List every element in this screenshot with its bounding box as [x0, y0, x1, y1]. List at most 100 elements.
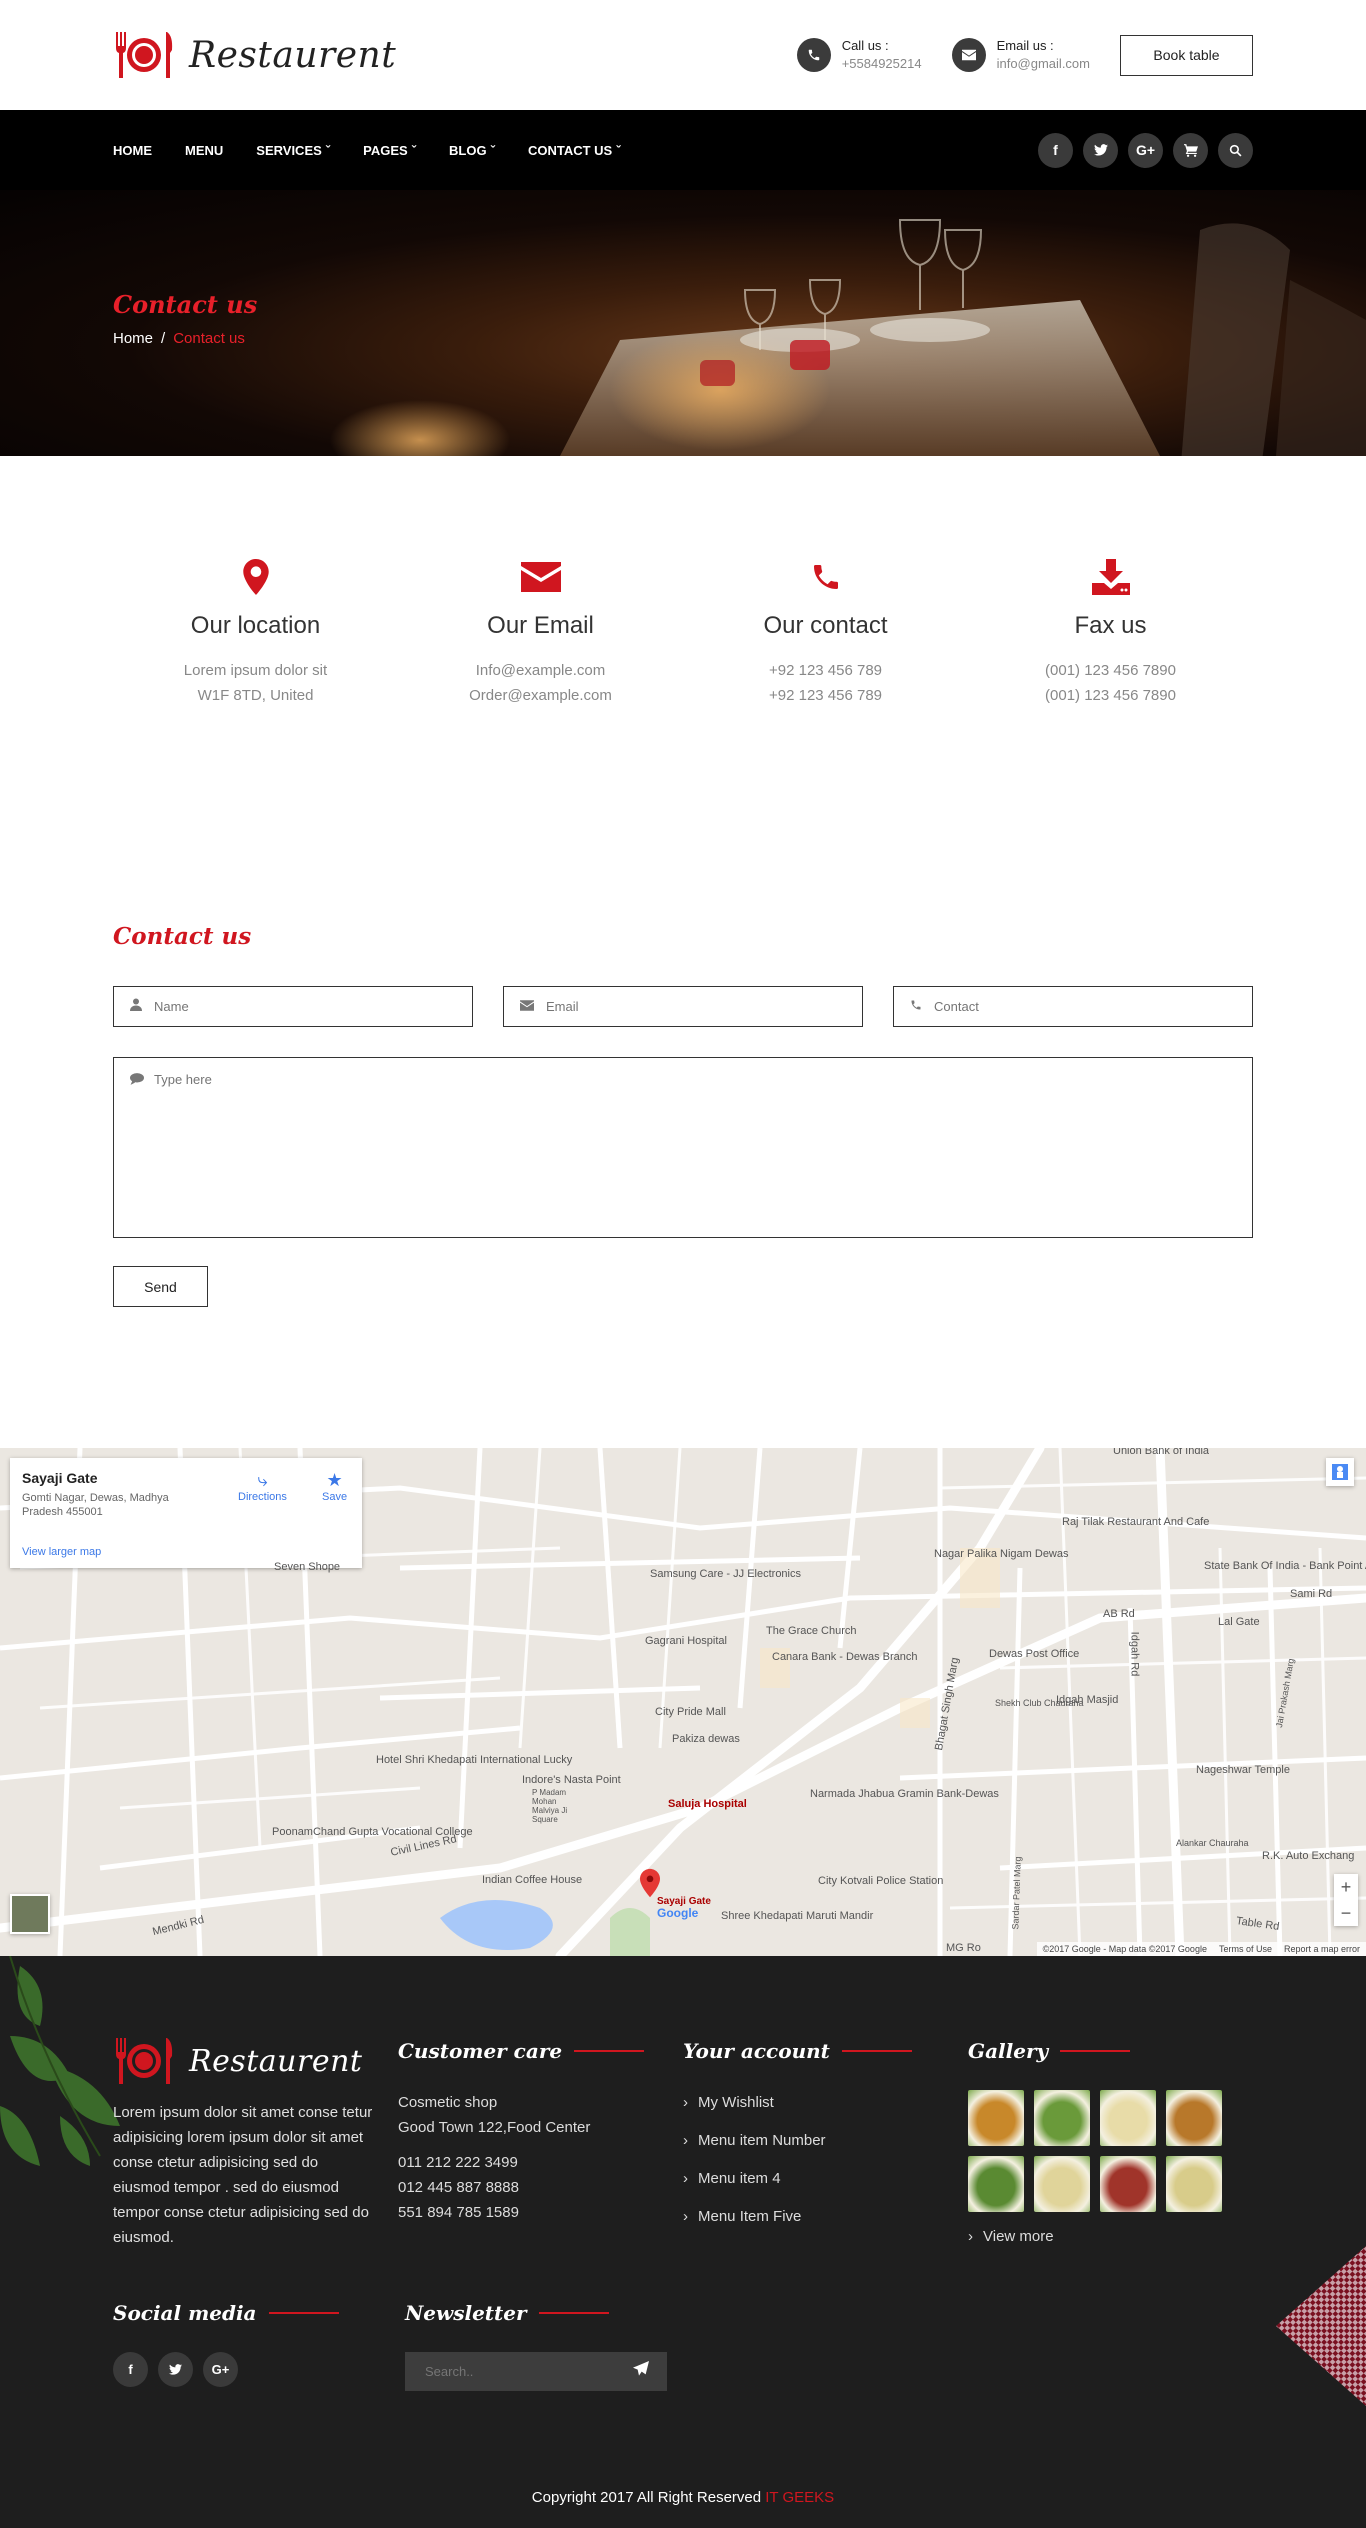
book-table-button[interactable]: Book table — [1120, 34, 1253, 76]
zoom-out-button[interactable]: − — [1334, 1900, 1358, 1926]
gallery-thumbnail[interactable] — [1100, 2156, 1156, 2212]
nav-item-pages[interactable]: PAGES ˇ — [363, 143, 416, 158]
checkered-napkin-decoration — [1276, 2246, 1366, 2406]
map-label: Union Bank of India — [1113, 1448, 1210, 1457]
gallery-thumbnail[interactable] — [968, 2090, 1024, 2146]
nav-menu: HOME MENU SERVICES ˇ PAGES ˇ BLOG ˇ CONTACT… — [113, 143, 621, 158]
email-input[interactable] — [546, 999, 846, 1014]
nav-item-blog[interactable]: BLOG ˇ — [449, 143, 495, 158]
message-textarea[interactable] — [154, 1072, 1236, 1222]
name-input[interactable] — [154, 999, 454, 1014]
nav-label: MENU — [185, 142, 224, 158]
restaurant-logo-icon — [113, 30, 175, 80]
gallery-thumbnail[interactable] — [1034, 2090, 1090, 2146]
send-plane-icon[interactable] — [633, 2361, 649, 2382]
info-line[interactable]: Order@example.com — [398, 683, 683, 708]
view-more-link[interactable]: › View more — [968, 2228, 1253, 2245]
map-marker-icon[interactable] — [640, 1868, 660, 1898]
phone-icon — [796, 38, 831, 72]
satellite-toggle[interactable] — [10, 1894, 50, 1934]
cart-icon[interactable] — [1173, 132, 1208, 168]
account-link-menu-item-five[interactable]: › Menu Item Five — [683, 2198, 968, 2236]
info-line: W1F 8TD, United — [197, 687, 314, 704]
google-map[interactable]: Sayaji Gate Gomti Nagar, Dewas, Madhya P… — [0, 1448, 1366, 1956]
nav-item-services[interactable]: SERVICES ˇ — [256, 143, 330, 158]
footer-about: Restaurent Lorem ipsum dolor sit amet co… — [113, 2036, 398, 2250]
call-value[interactable]: +5584925214 — [842, 55, 922, 73]
map-label: Sami Rd — [1290, 1588, 1333, 1600]
social-heading: Social media — [113, 2301, 257, 2325]
gallery-thumbnail[interactable] — [968, 2156, 1024, 2212]
info-line: +92 123 456 789 — [768, 662, 883, 679]
chevron-right-icon: › — [968, 2228, 973, 2245]
message-field[interactable] — [113, 1057, 1253, 1238]
facebook-icon[interactable]: f — [113, 2352, 148, 2387]
gallery-grid — [968, 2090, 1253, 2212]
newsletter-heading: Newsletter — [405, 2301, 527, 2325]
gallery-thumbnail[interactable] — [1100, 2090, 1156, 2146]
info-contact: Our contact +92 123 456 789 +92 123 456 … — [683, 556, 968, 708]
phone-icon — [683, 556, 968, 598]
chevron-right-icon: › — [683, 2094, 688, 2111]
street-view-pegman-icon[interactable] — [1326, 1458, 1354, 1486]
zoom-in-button[interactable]: + — [1334, 1874, 1358, 1900]
email-field[interactable] — [503, 986, 863, 1027]
nav-label: PAGES — [363, 142, 408, 158]
nav-item-home[interactable]: HOME — [113, 143, 152, 158]
footer-logo[interactable]: Restaurent — [113, 2036, 398, 2086]
map-label: The Grace Church — [766, 1625, 857, 1637]
save-button[interactable]: ★ Save — [322, 1470, 347, 1503]
chevron-down-icon: ˇ — [411, 142, 417, 158]
footer-phone[interactable]: 011 212 222 3499 — [398, 2150, 683, 2175]
gallery-thumbnail[interactable] — [1166, 2090, 1222, 2146]
send-button[interactable]: Send — [113, 1266, 208, 1307]
breadcrumb-home[interactable]: Home — [113, 330, 153, 347]
twitter-icon[interactable] — [1083, 132, 1118, 168]
info-line[interactable]: Info@example.com — [398, 658, 683, 683]
google-plus-icon[interactable]: G+ — [1128, 132, 1163, 168]
view-more-label: View more — [983, 2228, 1054, 2245]
gallery-thumbnail[interactable] — [1166, 2156, 1222, 2212]
copyright-brand-link[interactable]: IT GEEKS — [765, 2489, 834, 2506]
twitter-icon[interactable] — [158, 2352, 193, 2387]
map-label: Dewas Post Office — [989, 1648, 1080, 1660]
contact-field[interactable] — [893, 986, 1253, 1027]
gallery-thumbnail[interactable] — [1034, 2156, 1090, 2212]
account-link-wishlist[interactable]: › My Wishlist — [683, 2084, 968, 2122]
map-label: Raj Tilak Restaurant And Cafe — [1062, 1516, 1210, 1528]
newsletter-input[interactable] — [425, 2364, 605, 2379]
star-icon: ★ — [326, 1470, 343, 1490]
nav-item-menu[interactable]: MENU — [185, 143, 223, 158]
nav-item-contact-us[interactable]: CONTACT US ˇ — [528, 143, 621, 158]
account-link-menu-item-number[interactable]: › Menu item Number — [683, 2122, 968, 2160]
search-icon[interactable] — [1218, 132, 1253, 168]
name-field[interactable] — [113, 986, 473, 1027]
header-contact: Call us : +5584925214 Email us : info@gm… — [796, 34, 1253, 76]
account-link-menu-item-4[interactable]: › Menu item 4 — [683, 2160, 968, 2198]
contact-input[interactable] — [934, 999, 1234, 1014]
facebook-icon[interactable]: f — [1038, 132, 1073, 168]
breadcrumb-current: Contact us — [173, 330, 245, 347]
view-larger-map-link[interactable]: View larger map — [22, 1546, 101, 1558]
map-label: Seven Shope — [274, 1561, 341, 1573]
map-label: Indian Coffee House — [482, 1874, 583, 1886]
terms-link[interactable]: Terms of Use — [1219, 1944, 1272, 1954]
report-error-link[interactable]: Report a map error — [1284, 1944, 1360, 1954]
chevron-right-icon: › — [683, 2208, 688, 2225]
breadcrumb-separator: / — [161, 330, 166, 347]
download-icon — [968, 556, 1253, 598]
nav-label: SERVICES — [256, 142, 322, 158]
map-label: Indore's Nasta Point — [522, 1774, 621, 1786]
call-label: Call us : — [841, 38, 889, 53]
email-value[interactable]: info@gmail.com — [997, 55, 1090, 73]
footer-phone[interactable]: 551 894 785 1589 — [398, 2200, 683, 2225]
map-label: Idgah Rd — [1128, 1631, 1141, 1677]
footer-phone[interactable]: 012 445 887 8888 — [398, 2175, 683, 2200]
nav-label: BLOG — [449, 142, 487, 158]
logo[interactable]: Restaurent — [113, 30, 396, 80]
map-label: P Madam Mohan Malviya Ji Square — [532, 1788, 568, 1824]
directions-icon: ⤷ — [257, 1470, 268, 1490]
google-plus-icon[interactable]: G+ — [203, 2352, 238, 2387]
directions-button[interactable]: ⤷ Directions — [238, 1470, 287, 1503]
info-title: Our location — [190, 612, 321, 639]
